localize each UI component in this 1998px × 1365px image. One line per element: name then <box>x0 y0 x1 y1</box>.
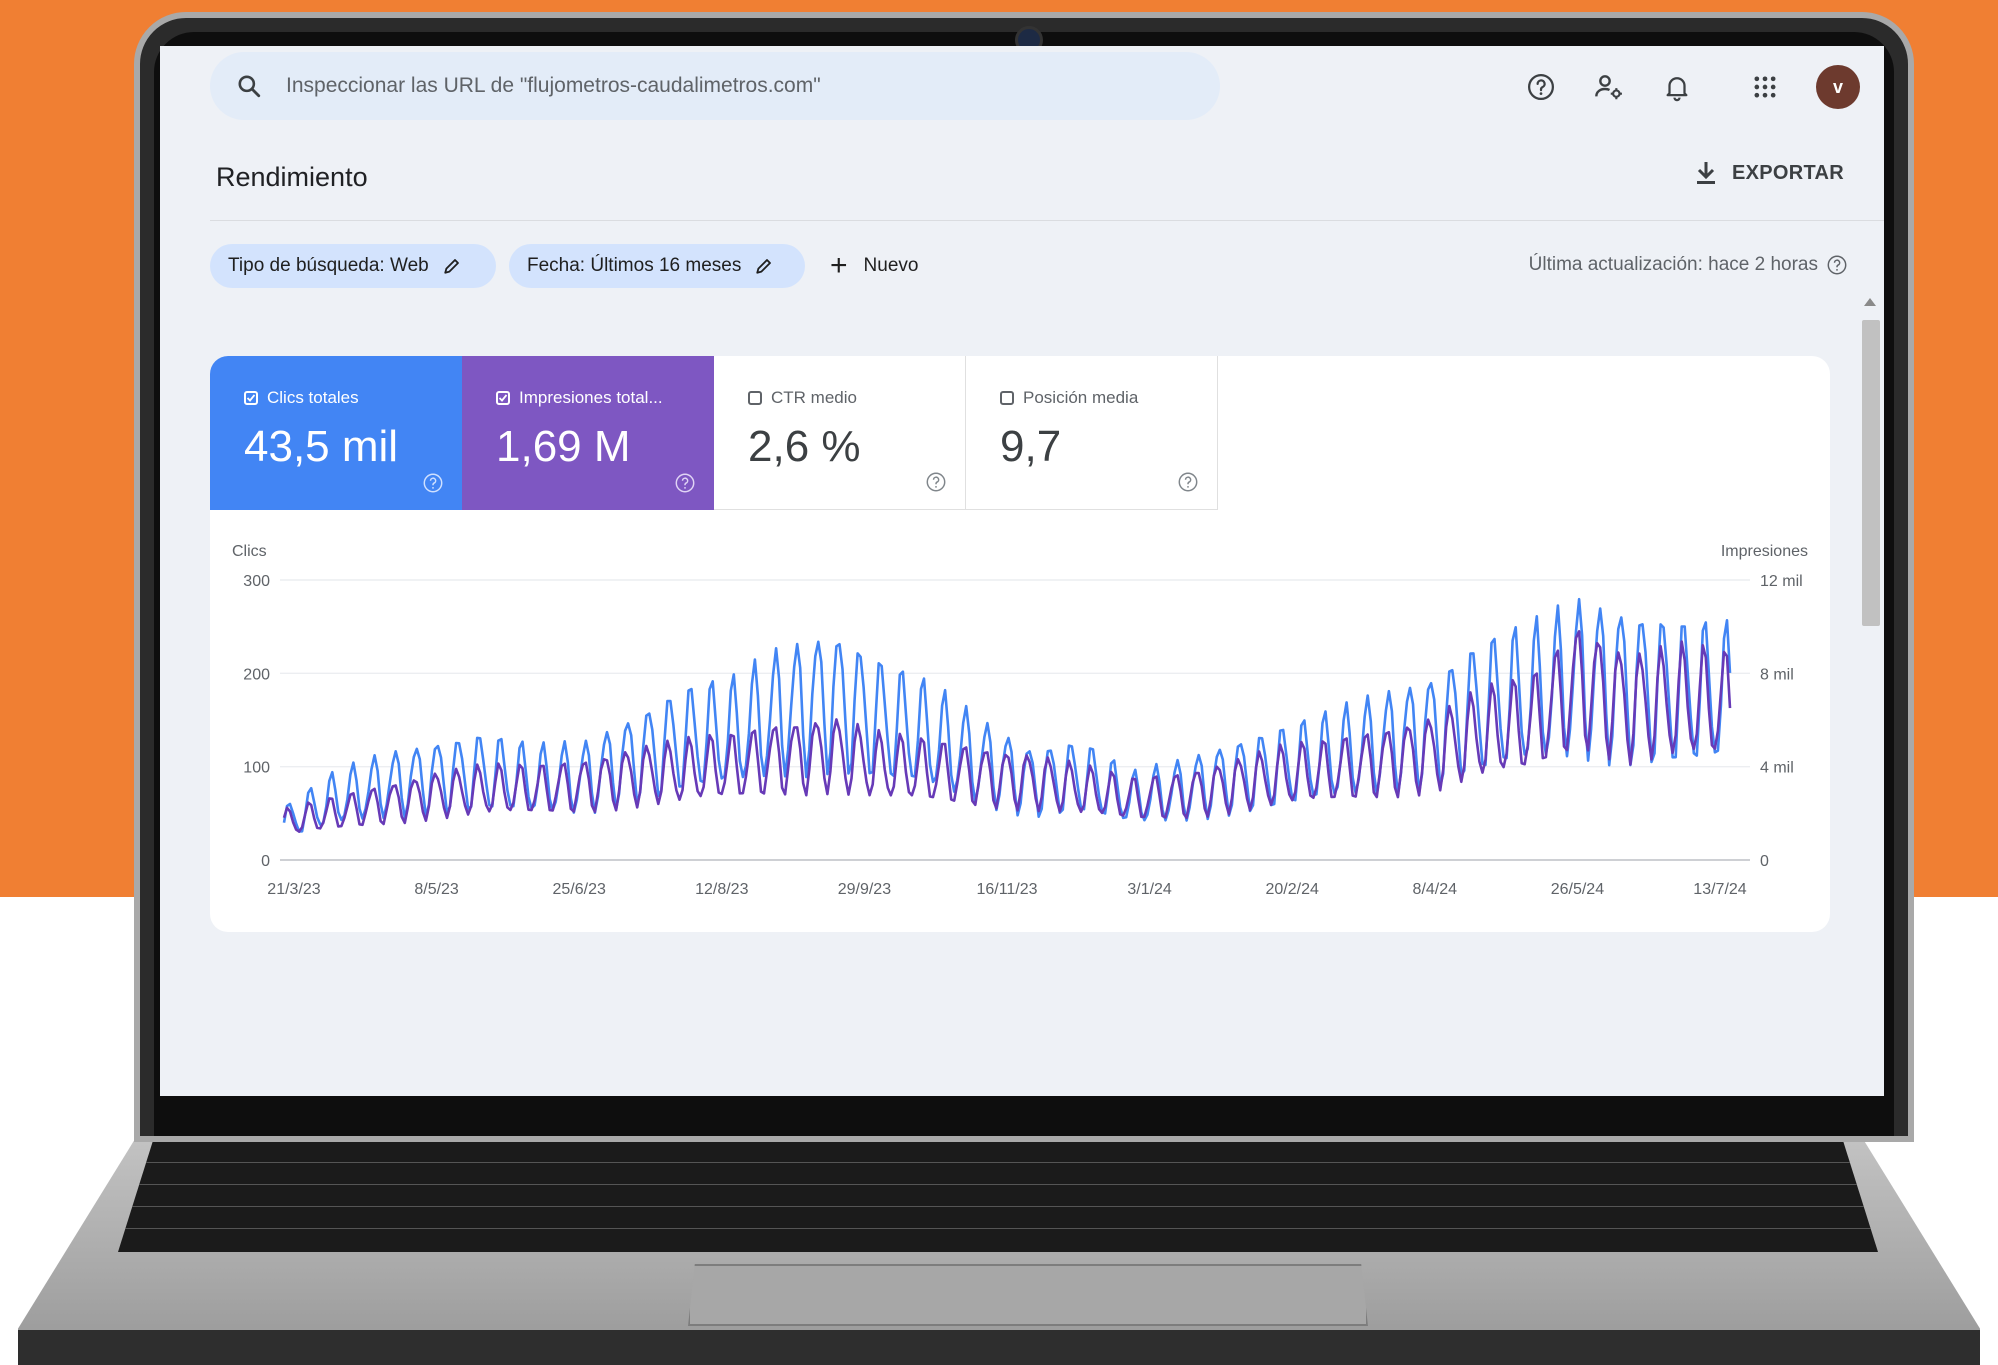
x-tick-label: 26/5/24 <box>1551 881 1604 898</box>
filter-chip-date[interactable]: Fecha: Últimos 16 meses <box>509 244 805 288</box>
metric-label: Impresiones total... <box>519 388 663 407</box>
x-tick-label: 25/6/23 <box>553 881 606 898</box>
clicks-series-line <box>282 597 1732 833</box>
help-icon[interactable] <box>674 472 696 494</box>
metric-label: Posición media <box>1023 388 1139 407</box>
apps-grid-icon <box>1754 76 1776 98</box>
edit-pencil-icon <box>444 259 459 274</box>
scroll-up-arrow-icon[interactable] <box>1864 298 1876 306</box>
metric-average-ctr[interactable]: CTR medio 2,6 % <box>714 356 966 510</box>
metric-label: Clics totales <box>267 388 359 407</box>
x-tick-label: 8/5/23 <box>414 881 459 898</box>
metric-total-clicks[interactable]: Clics totales 43,5 mil <box>210 356 462 510</box>
notifications-button[interactable] <box>1652 62 1702 112</box>
notifications-icon <box>1666 77 1688 102</box>
download-icon <box>1696 162 1715 184</box>
export-button[interactable]: EXPORTAR <box>1694 160 1844 186</box>
help-icon[interactable] <box>925 471 947 493</box>
url-inspection-search[interactable]: Inspeccionar las URL de "flujometros-cau… <box>210 52 1220 120</box>
left-tick-label: 300 <box>243 573 270 590</box>
metric-label-row: Posición media <box>1000 388 1217 408</box>
checkbox-unchecked-icon[interactable] <box>748 391 762 405</box>
left-tick-label: 200 <box>243 666 270 683</box>
laptop-base-edge <box>18 1330 1980 1365</box>
right-axis-label: Impresiones <box>1721 543 1808 560</box>
filter-chip-label: Tipo de búsqueda: Web <box>228 255 429 276</box>
search-icon <box>238 75 261 98</box>
x-tick-label: 8/4/24 <box>1413 881 1458 898</box>
right-tick-label: 8 mil <box>1760 666 1794 683</box>
x-tick-label: 20/2/24 <box>1266 881 1319 898</box>
filter-chip-search-type[interactable]: Tipo de búsqueda: Web <box>210 244 496 288</box>
metric-value: 43,5 mil <box>244 422 399 471</box>
help-button[interactable] <box>1516 62 1566 112</box>
apps-button[interactable] <box>1740 62 1790 112</box>
manage-users-icon <box>1595 75 1622 100</box>
x-tick-label: 21/3/23 <box>267 881 320 898</box>
help-icon[interactable] <box>1826 254 1848 276</box>
x-tick-label: 12/8/23 <box>695 881 748 898</box>
x-tick-label: 13/7/24 <box>1693 881 1746 898</box>
checkbox-unchecked-icon[interactable] <box>1000 391 1014 405</box>
metric-label-row: CTR medio <box>748 388 965 408</box>
right-tick-label: 0 <box>1760 853 1769 870</box>
export-label: EXPORTAR <box>1731 161 1844 184</box>
scrollbar-thumb[interactable] <box>1862 320 1880 626</box>
left-axis-label: Clics <box>232 543 267 560</box>
impressions-series-line <box>282 630 1732 833</box>
x-tick-label: 16/11/23 <box>976 881 1037 898</box>
page-title: Rendimiento <box>216 162 368 192</box>
new-filter-button[interactable]: + Nuevo <box>830 244 918 288</box>
right-tick-label: 4 mil <box>1760 760 1794 777</box>
left-tick-label: 100 <box>243 760 270 777</box>
left-tick-label: 0 <box>261 853 270 870</box>
x-tick-label: 29/9/23 <box>838 881 891 898</box>
help-icon[interactable] <box>422 472 444 494</box>
last-updated-text: Última actualización: hace 2 horas <box>1528 254 1818 275</box>
search-input[interactable]: Inspeccionar las URL de "flujometros-cau… <box>286 74 821 98</box>
filter-chip-label: Fecha: Últimos 16 meses <box>527 255 742 276</box>
metric-label-row: Impresiones total... <box>496 388 714 408</box>
x-tick-label: 3/1/24 <box>1127 881 1172 898</box>
last-updated: Última actualización: hace 2 horas <box>1529 254 1848 276</box>
checkbox-checked-icon[interactable] <box>244 391 258 405</box>
new-filter-label: Nuevo <box>863 255 919 276</box>
metric-average-position[interactable]: Posición media 9,7 <box>966 356 1218 510</box>
plus-icon: + <box>830 249 848 282</box>
metric-value: 1,69 M <box>496 422 631 471</box>
metric-label: CTR medio <box>771 388 857 407</box>
laptop-touchpad <box>688 1264 1368 1326</box>
laptop-screen: Inspeccionar las URL de "flujometros-cau… <box>160 46 1884 1096</box>
top-toolbar: v <box>1498 62 1884 112</box>
help-icon <box>1528 74 1554 100</box>
header-divider <box>210 220 1884 221</box>
checkbox-checked-icon[interactable] <box>496 391 510 405</box>
performance-card: Clics totales 43,5 mil Impresiones total… <box>210 356 1830 932</box>
edit-pencil-icon <box>756 259 772 274</box>
avatar[interactable]: v <box>1816 65 1860 109</box>
laptop-keyboard <box>118 1140 1878 1252</box>
metric-value: 9,7 <box>1000 422 1062 471</box>
manage-users-button[interactable] <box>1584 62 1634 112</box>
metric-value: 2,6 % <box>748 422 861 471</box>
metric-label-row: Clics totales <box>244 388 462 408</box>
help-icon[interactable] <box>1177 471 1199 493</box>
performance-chart[interactable]: Clics Impresiones 300 12 mil 200 8 mil 100 4 … <box>210 536 1830 916</box>
right-tick-label: 12 mil <box>1760 573 1803 590</box>
metric-total-impressions[interactable]: Impresiones total... 1,69 M <box>462 356 714 510</box>
